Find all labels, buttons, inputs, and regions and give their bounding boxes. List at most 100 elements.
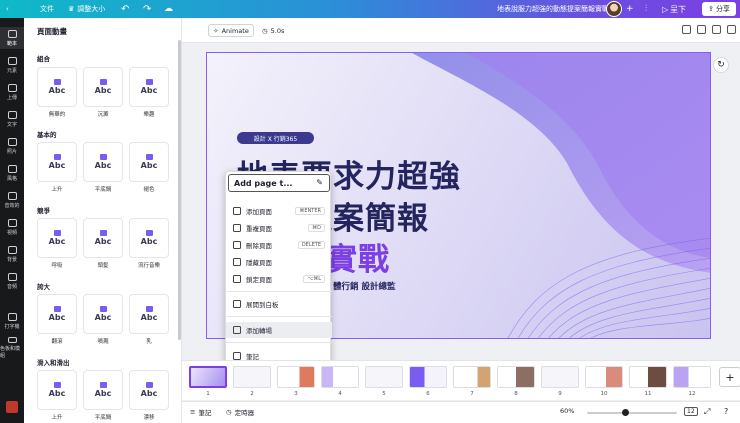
refresh-icon[interactable]: ↻ [713,57,729,73]
page-number: 7 [470,391,474,397]
animation-card[interactable]: Abc [129,142,169,182]
page-thumbnail[interactable] [497,366,535,388]
page-title-value: Add page t... [234,178,293,188]
rail-item-palette[interactable]: 色板和模組 [0,337,24,359]
music-icon [7,191,17,200]
animation-card[interactable]: Abc [83,67,123,107]
animation-card[interactable]: Abc [83,142,123,182]
menu-item-delete-page[interactable]: 刪除頁面 DELETE [226,237,332,253]
menu-item-lock-page[interactable]: 鎖定頁面 ⌥⌘L [226,271,332,287]
panel-scrollbar[interactable] [178,40,181,340]
duplicate-icon[interactable] [697,25,706,34]
app-logo[interactable] [6,401,18,413]
share-button[interactable]: ⇪ 分享 [702,2,736,16]
shape-icon [99,306,107,312]
zoom-slider-handle[interactable] [622,409,629,416]
duration-button[interactable]: ◷ 5.0s [262,24,284,37]
add-collaborator-icon[interactable]: + [626,0,634,18]
resize-button[interactable]: ♛ 調整大小 [68,0,105,18]
avatar[interactable] [606,1,622,17]
redo-icon[interactable]: ↷ [143,0,151,18]
menu-divider [226,342,332,343]
menu-item-duplicate-page[interactable]: 重複頁面 ⌘D [226,220,332,236]
rail-item-video[interactable]: 視頻 [0,216,24,238]
upload-icon: ⇪ [708,5,714,13]
shape-icon [145,382,153,388]
rail-item-background[interactable]: 背景 [0,243,24,265]
rail-label: 風格 [6,175,17,182]
animation-card[interactable]: Abc [37,142,77,182]
animation-card[interactable]: Abc [129,218,169,258]
page-thumbnail[interactable] [365,366,403,388]
lock-icon[interactable] [682,25,691,34]
cloud-save-icon[interactable]: ☁ [164,0,173,18]
animation-card[interactable]: Abc [37,370,77,410]
present-button[interactable]: ▷ 呈下 [662,0,686,18]
rail-item-audio[interactable]: 音效的 [0,189,24,211]
rail-label: 背景 [6,256,17,263]
animation-card[interactable]: Abc [83,370,123,410]
menu-item-hide-page[interactable]: 隱藏頁面 [226,254,332,270]
page-thumbnail[interactable] [629,366,667,388]
fullscreen-icon[interactable]: ⤢ [704,407,710,417]
delete-icon[interactable] [712,25,721,34]
timer-button[interactable]: ◷ 定時器 [226,407,254,417]
back-icon[interactable]: ‹ [6,0,9,18]
rail-item-typewriter[interactable]: 打字機 [0,310,24,332]
animation-card[interactable]: Abc [37,67,77,107]
page-thumbnail[interactable] [277,366,315,388]
animation-card[interactable]: Abc [129,67,169,107]
rail-item-sound[interactable]: 音頻 [0,270,24,292]
animation-card[interactable]: Abc [129,294,169,334]
notes-button[interactable]: ≡ 筆記 [190,407,211,417]
page-thumbnail[interactable] [233,366,271,388]
file-menu[interactable]: 文件 [40,0,54,18]
editor-toolbar: ✧ Animate ◷ 5.0s [182,18,740,43]
rail-label: 文字 [6,121,17,128]
animation-card[interactable]: Abc [37,294,77,334]
animation-card[interactable]: Abc [129,370,169,410]
page-thumbnail[interactable] [541,366,579,388]
page-thumbnail[interactable] [673,366,711,388]
page-thumbnail[interactable] [189,366,227,388]
rail-item-uploads[interactable]: 上傳 [0,81,24,103]
page-thumbnail[interactable] [409,366,447,388]
menu-item-expand-whiteboard[interactable]: 展開到白板 [226,296,332,312]
shortcut: ⌘ENTER [295,207,325,215]
add-page-icon[interactable] [727,25,736,34]
rail-item-photos[interactable]: 照片 [0,135,24,157]
page-count-button[interactable]: 12 [684,407,698,416]
rail-item-text[interactable]: 文字 [0,108,24,130]
page-number: 6 [426,391,430,397]
zoom-slider[interactable] [587,412,677,414]
page-thumbnail[interactable] [585,366,623,388]
page-title-input[interactable]: Add page t... ✎ [228,174,330,192]
notes-icon: ≡ [190,408,196,416]
background-icon [7,245,17,254]
animation-label: 頭髮 [97,263,109,269]
page-number: 8 [514,391,518,397]
document-title[interactable]: 地表說服力超強的動態提案簡報實戰 [497,0,609,18]
rail-item-templates[interactable]: 範本 [0,27,24,49]
grid-icon [7,29,17,38]
help-icon[interactable]: ? [724,407,728,416]
add-page-button[interactable]: + [719,367,740,387]
zoom-level[interactable]: 60% [560,407,574,415]
page-thumbnail[interactable] [453,366,491,388]
shortcut: ⌘D [308,224,325,232]
animation-card[interactable]: Abc [37,218,77,258]
menu-item-add-page[interactable]: 添加頁面 ⌘ENTER [226,203,332,219]
analytics-icon[interactable]: ⫶ [645,0,647,18]
section-title: 滑入和滑出 [37,359,70,367]
animate-button[interactable]: ✧ Animate [208,24,254,37]
menu-item-add-transition[interactable]: 添加轉場 [226,322,332,338]
rail-item-elements[interactable]: 元素 [0,54,24,76]
animation-card[interactable]: Abc [83,218,123,258]
animation-card[interactable]: Abc [83,294,123,334]
video-icon [7,218,17,227]
page-thumbnail[interactable] [321,366,359,388]
rail-item-styles[interactable]: 風格 [0,162,24,184]
undo-icon[interactable]: ↶ [121,0,129,18]
shape-icon [53,154,61,160]
rail-label: 照片 [6,148,17,155]
